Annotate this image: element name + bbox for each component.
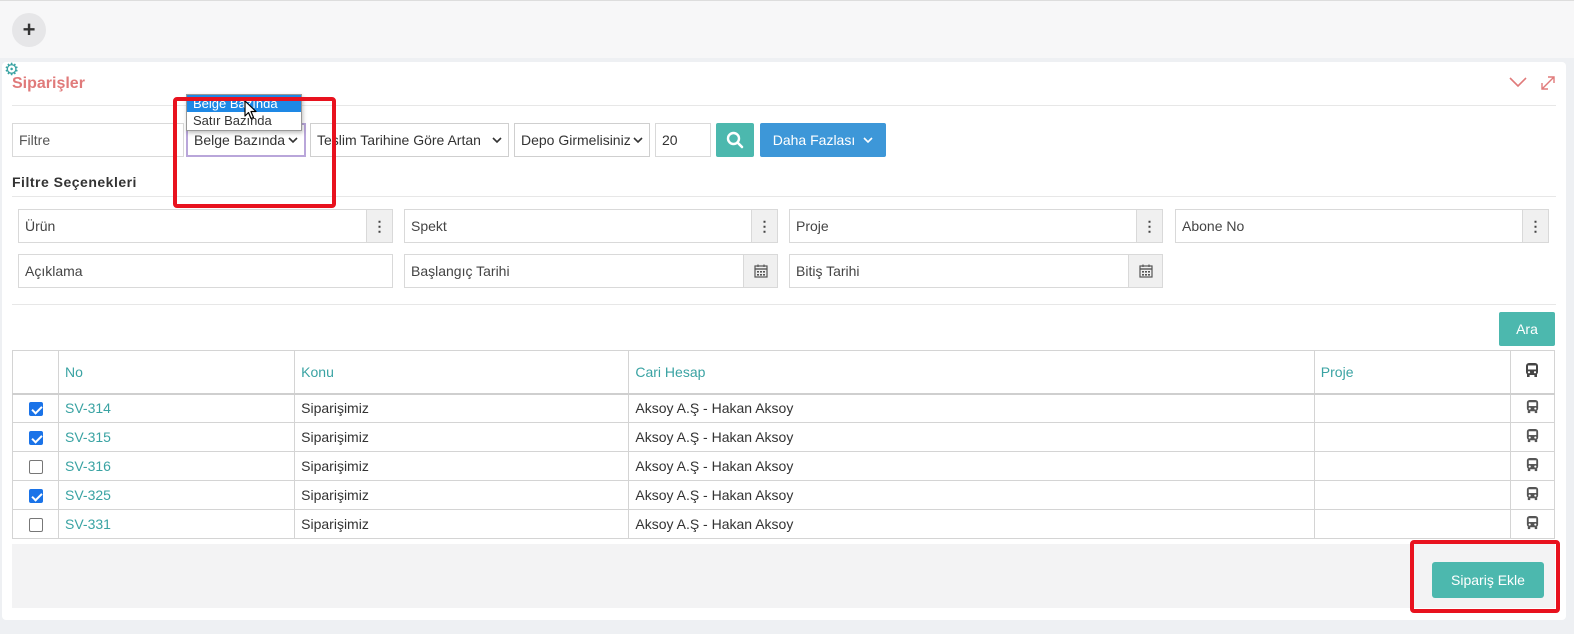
more-button[interactable]: Daha Fazlası bbox=[760, 123, 886, 157]
table-row[interactable]: SV-315 Siparişimiz Aksoy A.Ş - Hakan Aks… bbox=[11, 422, 1556, 452]
table-header-row: No Konu Cari Hesap Proje bbox=[11, 350, 1556, 395]
subscriber-no-field[interactable]: Abone No ⋮ bbox=[1175, 209, 1549, 243]
plus-icon: + bbox=[22, 17, 36, 42]
end-date-field[interactable]: Bitiş Tarihi bbox=[789, 254, 1163, 288]
top-bar: + bbox=[0, 0, 1574, 58]
account-cell: Aksoy A.Ş - Hakan Aksoy bbox=[628, 451, 1315, 481]
spekt-field-label: Spekt bbox=[411, 218, 447, 234]
panel-title: Siparişler bbox=[12, 75, 85, 92]
bus-icon[interactable] bbox=[1509, 480, 1556, 510]
depot-select[interactable]: Depo Girmelisiniz bbox=[514, 123, 650, 157]
order-no-link[interactable]: SV-316 bbox=[58, 451, 296, 481]
highlight-box bbox=[1410, 540, 1560, 613]
order-no-link[interactable]: SV-314 bbox=[58, 393, 296, 423]
table-row[interactable]: SV-316 Siparişimiz Aksoy A.Ş - Hakan Aks… bbox=[11, 451, 1556, 481]
order-no-link[interactable]: SV-331 bbox=[58, 509, 296, 539]
sort-select-value: Teslim Tarihine Göre Artan bbox=[317, 132, 481, 148]
description-field-label: Açıklama bbox=[25, 263, 83, 279]
filter-options-title: Filtre Seçenekleri bbox=[12, 174, 137, 190]
end-date-field-label: Bitiş Tarihi bbox=[796, 263, 860, 279]
kebab-icon[interactable]: ⋮ bbox=[366, 210, 392, 242]
description-field[interactable]: Açıklama bbox=[18, 254, 393, 288]
subject-cell: Siparişimiz bbox=[294, 509, 630, 539]
kebab-icon[interactable]: ⋮ bbox=[751, 210, 777, 242]
chevron-down-icon bbox=[863, 137, 873, 144]
row-checkbox-cell bbox=[11, 393, 60, 423]
calendar-icon[interactable] bbox=[743, 255, 777, 287]
table-row[interactable]: SV-331 Siparişimiz Aksoy A.Ş - Hakan Aks… bbox=[11, 509, 1556, 539]
account-cell: Aksoy A.Ş - Hakan Aksoy bbox=[628, 422, 1315, 452]
row-checkbox[interactable] bbox=[28, 431, 43, 446]
bus-icon[interactable] bbox=[1509, 422, 1556, 452]
subject-cell: Siparişimiz bbox=[294, 480, 630, 510]
start-date-field-label: Başlangıç Tarihi bbox=[411, 263, 510, 279]
bus-icon bbox=[1509, 350, 1556, 395]
row-checkbox-cell bbox=[11, 480, 60, 510]
spekt-field[interactable]: Spekt ⋮ bbox=[404, 209, 778, 243]
search-icon bbox=[726, 131, 744, 149]
project-cell bbox=[1313, 451, 1511, 481]
account-cell: Aksoy A.Ş - Hakan Aksoy bbox=[628, 480, 1315, 510]
expand-icon[interactable] bbox=[1540, 75, 1556, 91]
start-date-field[interactable]: Başlangıç Tarihi bbox=[404, 254, 778, 288]
row-checkbox[interactable] bbox=[28, 402, 43, 417]
row-checkbox-cell bbox=[11, 509, 60, 539]
subject-cell: Siparişimiz bbox=[294, 393, 630, 423]
subject-cell: Siparişimiz bbox=[294, 451, 630, 481]
row-checkbox-cell bbox=[11, 451, 60, 481]
product-field-label: Ürün bbox=[25, 218, 56, 234]
subscriber-no-field-label: Abone No bbox=[1182, 218, 1245, 234]
project-cell bbox=[1313, 509, 1511, 539]
project-cell bbox=[1313, 393, 1511, 423]
bus-icon[interactable] bbox=[1509, 509, 1556, 539]
highlight-box bbox=[173, 97, 336, 208]
select-column-header bbox=[11, 350, 60, 395]
table-row[interactable]: SV-325 Siparişimiz Aksoy A.Ş - Hakan Aks… bbox=[11, 480, 1556, 510]
divider bbox=[12, 304, 1556, 305]
project-cell bbox=[1313, 480, 1511, 510]
row-checkbox[interactable] bbox=[28, 518, 43, 533]
product-field[interactable]: Ürün ⋮ bbox=[18, 209, 393, 243]
orders-table: No Konu Cari Hesap Proje SV-314 Siparişi… bbox=[11, 350, 1556, 539]
table-footer bbox=[12, 544, 1555, 608]
table-row[interactable]: SV-314 Siparişimiz Aksoy A.Ş - Hakan Aks… bbox=[11, 393, 1556, 423]
account-cell: Aksoy A.Ş - Hakan Aksoy bbox=[628, 393, 1315, 423]
column-header-account[interactable]: Cari Hesap bbox=[628, 350, 1315, 395]
column-header-project[interactable]: Proje bbox=[1313, 350, 1511, 395]
subject-cell: Siparişimiz bbox=[294, 422, 630, 452]
order-no-link[interactable]: SV-315 bbox=[58, 422, 296, 452]
page-size-input[interactable]: 20 bbox=[655, 123, 711, 157]
column-header-no[interactable]: No bbox=[58, 350, 296, 395]
kebab-icon[interactable]: ⋮ bbox=[1522, 210, 1548, 242]
search-submit-button[interactable]: Ara bbox=[1499, 312, 1555, 346]
row-checkbox[interactable] bbox=[28, 460, 43, 475]
depot-select-value: Depo Girmelisiniz bbox=[521, 132, 631, 148]
row-checkbox-cell bbox=[11, 422, 60, 452]
bus-icon[interactable] bbox=[1509, 393, 1556, 423]
kebab-icon[interactable]: ⋮ bbox=[1136, 210, 1162, 242]
project-cell bbox=[1313, 422, 1511, 452]
project-field[interactable]: Proje ⋮ bbox=[789, 209, 1163, 243]
project-field-label: Proje bbox=[796, 218, 829, 234]
sort-select[interactable]: Teslim Tarihine Göre Artan bbox=[310, 123, 509, 157]
calendar-icon[interactable] bbox=[1128, 255, 1162, 287]
more-button-label: Daha Fazlası bbox=[772, 132, 856, 148]
add-button[interactable]: + bbox=[12, 13, 46, 47]
column-header-subject[interactable]: Konu bbox=[294, 350, 630, 395]
search-button[interactable] bbox=[716, 123, 754, 157]
row-checkbox[interactable] bbox=[28, 489, 43, 504]
account-cell: Aksoy A.Ş - Hakan Aksoy bbox=[628, 509, 1315, 539]
chevron-down-icon[interactable] bbox=[1508, 74, 1528, 90]
order-no-link[interactable]: SV-325 bbox=[58, 480, 296, 510]
chevron-down-icon bbox=[633, 137, 643, 144]
filter-input[interactable] bbox=[12, 123, 184, 157]
chevron-down-icon bbox=[492, 137, 502, 144]
bus-icon[interactable] bbox=[1509, 451, 1556, 481]
page-size-value: 20 bbox=[662, 132, 678, 148]
